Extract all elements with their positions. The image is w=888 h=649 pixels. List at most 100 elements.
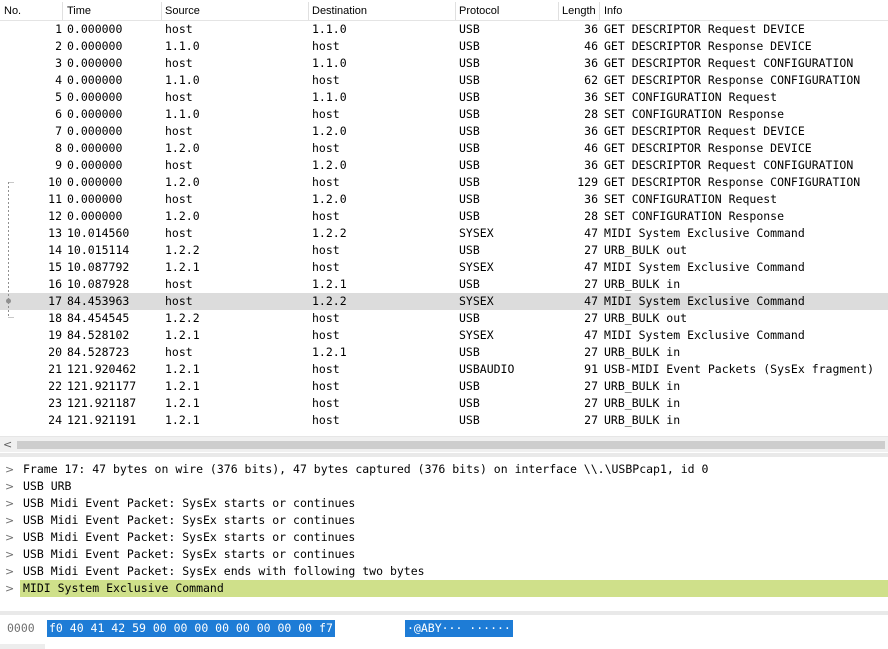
packet-cell-length: 27 [584, 243, 598, 257]
packet-row[interactable]: 24 121.921191 1.2.1 host USB 27 URB_BULK in [0, 412, 888, 429]
packet-cell-time: 0.000000 [67, 22, 123, 36]
detail-tree-item[interactable]: > MIDI System Exclusive Command [0, 580, 888, 597]
packet-cell-length: 27 [584, 277, 598, 291]
packet-cell-length: 91 [584, 362, 598, 376]
detail-tree-item[interactable]: > USB Midi Event Packet: SysEx ends with … [0, 563, 888, 580]
packet-cell-source: 1.2.1 [165, 396, 200, 410]
packet-cell-length: 27 [584, 396, 598, 410]
packet-cell-no: 18 [48, 311, 62, 325]
packet-row[interactable]: 16 10.087928 host 1.2.1 USB 27 URB_BULK in [0, 276, 888, 293]
packet-cell-protocol: SYSEX [459, 294, 494, 308]
packet-row[interactable]: 22 121.921177 1.2.1 host USB 27 URB_BULK in [0, 378, 888, 395]
packet-cell-source: host [165, 345, 193, 359]
packet-row[interactable]: 2 0.000000 1.1.0 host USB 46 GET DESCRIPTOR Re… [0, 38, 888, 55]
detail-tree-item[interactable]: > USB URB [0, 478, 888, 495]
column-header-time[interactable]: Time [63, 4, 91, 18]
packet-cell-time: 84.528723 [67, 345, 130, 359]
expand-arrow-icon[interactable]: > [5, 529, 15, 546]
packet-cell-info: GET DESCRIPTOR Response DEVICE [604, 39, 812, 53]
packet-row[interactable]: 8 0.000000 1.2.0 host USB 46 GET DESCRIPTOR Re… [0, 140, 888, 157]
packet-cell-length: 62 [584, 73, 598, 87]
packet-cell-no: 4 [55, 73, 62, 87]
packet-row[interactable]: 19 84.528102 1.2.1 host SYSEX 47 MIDI System E… [0, 327, 888, 344]
scroll-left-arrow-icon[interactable]: < [3, 438, 12, 451]
packet-cell-info: SET CONFIGURATION Response [604, 107, 785, 121]
packet-cell-info: GET DESCRIPTOR Request DEVICE [604, 22, 805, 36]
expand-arrow-icon[interactable]: > [5, 512, 15, 529]
packet-row[interactable]: 15 10.087792 1.2.1 host SYSEX 47 MIDI System E… [0, 259, 888, 276]
packet-cell-time: 0.000000 [67, 209, 123, 223]
detail-tree-item[interactable]: > USB Midi Event Packet: SysEx starts or … [0, 529, 888, 546]
packet-row[interactable]: 21 121.920462 1.2.1 host USBAUDIO 91 USB-MIDI … [0, 361, 888, 378]
expand-arrow-icon[interactable]: > [5, 546, 15, 563]
packet-row[interactable]: 1 0.000000 host 1.1.0 USB 36 GET DESCRIPTOR Re… [0, 21, 888, 38]
expand-arrow-icon[interactable]: > [5, 580, 15, 597]
packet-cell-no: 10 [48, 175, 62, 189]
horizontal-scrollbar[interactable]: < [0, 436, 888, 452]
packet-row[interactable]: 13 10.014560 host 1.2.2 SYSEX 47 MIDI System E… [0, 225, 888, 242]
column-header-info[interactable]: Info [600, 4, 622, 18]
packet-cell-destination: 1.2.1 [312, 345, 347, 359]
packet-cell-length: 36 [584, 124, 598, 138]
packet-cell-time: 84.453963 [67, 294, 130, 308]
packet-cell-protocol: SYSEX [459, 260, 494, 274]
packet-cell-info: MIDI System Exclusive Command [604, 328, 805, 342]
column-header-destination[interactable]: Destination [308, 4, 367, 18]
detail-tree-item[interactable]: > USB Midi Event Packet: SysEx starts or … [0, 546, 888, 563]
packet-row[interactable]: 12 0.000000 1.2.0 host USB 28 SET CONFIGURATIO… [0, 208, 888, 225]
packet-cell-no: 6 [55, 107, 62, 121]
packet-cell-length: 36 [584, 22, 598, 36]
packet-cell-length: 47 [584, 328, 598, 342]
packet-cell-time: 0.000000 [67, 90, 123, 104]
packet-row[interactable]: 10 0.000000 1.2.0 host USB 129 GET DESCRIPTOR … [0, 174, 888, 191]
packet-cell-source: 1.2.0 [165, 141, 200, 155]
packet-cell-no: 8 [55, 141, 62, 155]
packet-row[interactable]: 20 84.528723 host 1.2.1 USB 27 URB_BULK in [0, 344, 888, 361]
packet-row[interactable]: 3 0.000000 host 1.1.0 USB 36 GET DESCRIPTOR Re… [0, 55, 888, 72]
packet-row[interactable]: 23 121.921187 1.2.1 host USB 27 URB_BULK in [0, 395, 888, 412]
column-header-source[interactable]: Source [161, 4, 200, 18]
packet-row[interactable]: 4 0.000000 1.1.0 host USB 62 GET DESCRIPTOR Re… [0, 72, 888, 89]
packet-cell-protocol: SYSEX [459, 226, 494, 240]
packet-list[interactable]: No. Time Source Destination Protocol Len… [0, 0, 888, 452]
packet-cell-info: URB_BULK in [604, 396, 681, 410]
packet-row[interactable]: 7 0.000000 host 1.2.0 USB 36 GET DESCRIPTOR Re… [0, 123, 888, 140]
expand-arrow-icon[interactable]: > [5, 461, 15, 478]
expand-arrow-icon[interactable]: > [5, 478, 15, 495]
packet-row[interactable]: 14 10.015114 1.2.2 host USB 27 URB_BULK out [0, 242, 888, 259]
packet-row[interactable]: 18 84.454545 1.2.2 host USB 27 URB_BULK out [0, 310, 888, 327]
packet-cell-protocol: USB [459, 175, 480, 189]
packet-cell-protocol: USB [459, 73, 480, 87]
packet-row[interactable]: 11 0.000000 host 1.2.0 USB 36 SET CONFIGURATIO… [0, 191, 888, 208]
bytes-ascii[interactable]: ·@ABY··· ······ [405, 620, 513, 637]
packet-row[interactable]: 5 0.000000 host 1.1.0 USB 36 SET CONFIGURATION… [0, 89, 888, 106]
packet-cell-source: 1.2.1 [165, 362, 200, 376]
expand-arrow-icon[interactable]: > [5, 495, 15, 512]
packet-row[interactable]: 9 0.000000 host 1.2.0 USB 36 GET DESCRIPTOR Re… [0, 157, 888, 174]
packet-cell-time: 10.087928 [67, 277, 130, 291]
packet-cell-info: USB-MIDI Event Packets (SysEx fragment) [604, 362, 875, 376]
packet-cell-protocol: USB [459, 141, 480, 155]
packet-cell-protocol: USB [459, 209, 480, 223]
detail-tree-item[interactable]: > USB Midi Event Packet: SysEx starts or … [0, 495, 888, 512]
packet-cell-destination: 1.2.0 [312, 192, 347, 206]
packet-cell-length: 27 [584, 345, 598, 359]
detail-tree-item[interactable]: > Frame 17: 47 bytes on wire (376 bits), … [0, 461, 888, 478]
detail-tree-item[interactable]: > USB Midi Event Packet: SysEx starts or … [0, 512, 888, 529]
packet-cell-info: URB_BULK in [604, 277, 681, 291]
scrollbar-thumb[interactable] [17, 441, 885, 449]
packet-cell-source: 1.2.1 [165, 379, 200, 393]
expand-arrow-icon[interactable]: > [5, 563, 15, 580]
packet-cell-info: GET DESCRIPTOR Request CONFIGURATION [604, 56, 854, 70]
detail-tree-label: USB Midi Event Packet: SysEx ends with f… [23, 564, 425, 578]
column-header-length[interactable]: Length [558, 4, 596, 18]
packet-row[interactable]: 17 84.453963 host 1.2.2 SYSEX 47 MIDI System E… [0, 293, 888, 310]
column-header-protocol[interactable]: Protocol [455, 4, 499, 18]
bytes-hex[interactable]: f0 40 41 42 59 00 00 00 00 00 00 00 00 f… [47, 620, 335, 637]
packet-cell-destination: host [312, 396, 340, 410]
packet-cell-protocol: USB [459, 243, 480, 257]
column-header-no[interactable]: No. [0, 4, 21, 18]
packet-cell-source: host [165, 192, 193, 206]
packet-row[interactable]: 6 0.000000 1.1.0 host USB 28 SET CONFIGURATION… [0, 106, 888, 123]
packet-cell-protocol: USB [459, 277, 480, 291]
